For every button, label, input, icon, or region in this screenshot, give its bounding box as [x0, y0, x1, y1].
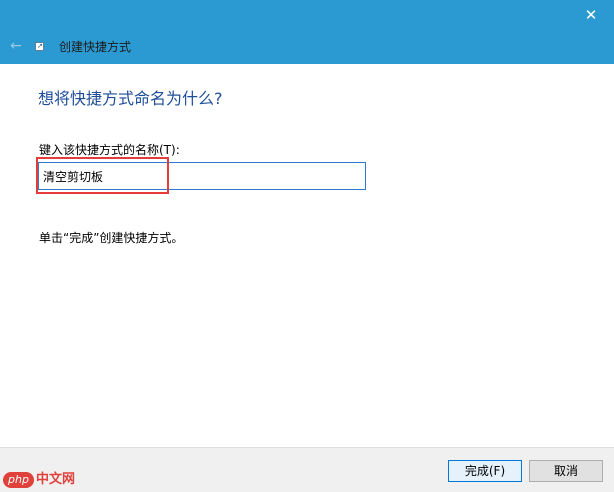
finish-hint: 单击“完成”创建快捷方式。 [39, 231, 184, 245]
close-icon: ✕ [584, 6, 598, 24]
shortcut-name-input[interactable] [38, 162, 366, 190]
name-field-label: 键入该快捷方式的名称(T): [39, 143, 180, 157]
button-bar: 完成(F) 取消 [0, 447, 614, 492]
watermark: php 中文网 [3, 470, 75, 490]
window-title: 创建快捷方式 [59, 40, 132, 54]
back-button[interactable]: ← [6, 36, 26, 56]
watermark-badge: php [3, 472, 34, 488]
page-heading: 想将快捷方式命名为什么? [38, 89, 223, 108]
watermark-text: 中文网 [35, 472, 75, 487]
shortcut-icon: ↗ [35, 42, 44, 51]
close-button[interactable]: ✕ [568, 0, 614, 30]
cancel-button[interactable]: 取消 [529, 460, 603, 482]
title-bar: ✕ ← ↗ 创建快捷方式 [0, 0, 614, 64]
back-arrow-icon: ← [10, 38, 22, 54]
finish-button[interactable]: 完成(F) [448, 460, 522, 482]
